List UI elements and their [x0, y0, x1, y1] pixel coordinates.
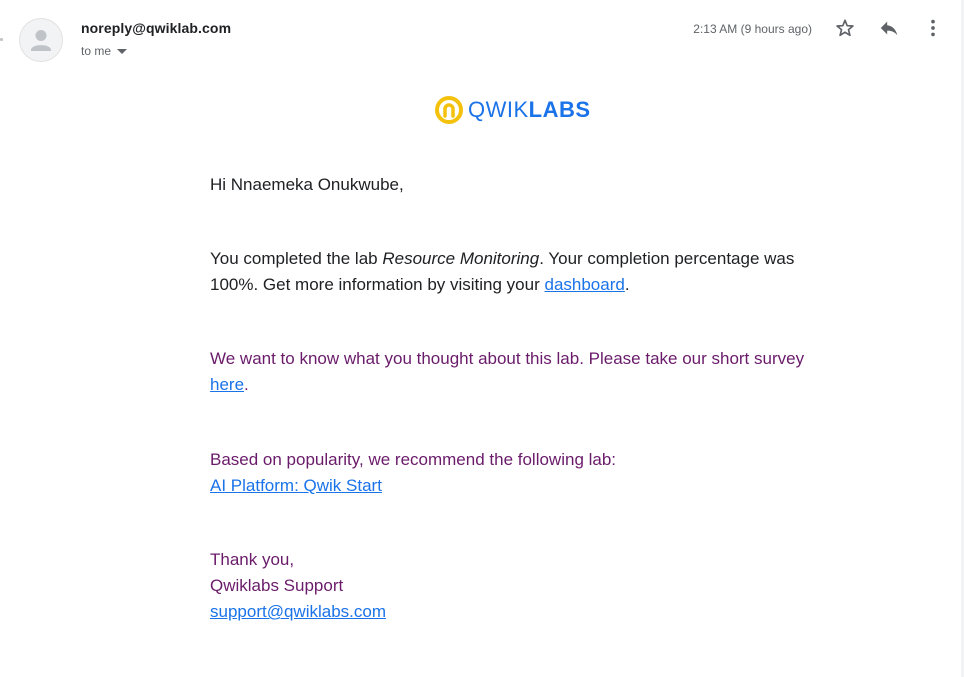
chevron-down-icon[interactable] [117, 44, 128, 58]
survey-paragraph: We want to know what you thought about t… [210, 346, 830, 398]
completion-prefix: You completed the lab [210, 249, 383, 268]
reply-icon[interactable] [877, 16, 901, 40]
recommended-lab-link[interactable]: AI Platform: Qwik Start [210, 476, 382, 495]
email-body: Hi Nnaemeka Onukwube, You completed the … [210, 172, 830, 621]
qwiklabs-logo-mark [435, 96, 463, 124]
survey-prefix: We want to know what you thought about t… [210, 349, 805, 368]
dashboard-link[interactable]: dashboard [544, 275, 624, 294]
thanks-text: Thank you, [210, 550, 295, 569]
signature-text: Qwiklabs Support [210, 576, 344, 595]
recommend-paragraph: Based on popularity, we recommend the fo… [210, 447, 830, 499]
more-vertical-icon[interactable] [921, 16, 945, 40]
survey-suffix: . [244, 375, 249, 394]
recipient-toggle[interactable]: to me [81, 44, 128, 58]
email-header: noreply@qwiklab.com to me 2:13 AM (9 hou… [0, 0, 964, 70]
sender-email[interactable]: noreply@qwiklab.com [81, 20, 231, 36]
recipient-label: to me [81, 44, 112, 58]
support-email-link[interactable]: support@qwiklabs.com [210, 602, 386, 621]
logo-word-light: QWIK [468, 97, 529, 122]
recommend-text: Based on popularity, we recommend the fo… [210, 450, 617, 469]
avatar-icon[interactable] [19, 18, 63, 62]
qwiklabs-logo: QWIK LABS [434, 95, 591, 125]
logo-word-bold: LABS [528, 97, 591, 122]
completion-suffix: . [624, 275, 630, 294]
completion-paragraph: You completed the lab Resource Monitorin… [210, 246, 830, 298]
lab-name: Resource Monitoring [382, 249, 540, 268]
survey-link[interactable]: here [210, 375, 244, 394]
signoff-paragraph: Thank you, Qwiklabs Support support@qwikla… [210, 547, 830, 625]
greeting-text: Hi Nnaemeka Onukwube, [210, 175, 404, 194]
email-timestamp: 2:13 AM (9 hours ago) [693, 22, 812, 36]
star-icon[interactable] [833, 16, 857, 40]
